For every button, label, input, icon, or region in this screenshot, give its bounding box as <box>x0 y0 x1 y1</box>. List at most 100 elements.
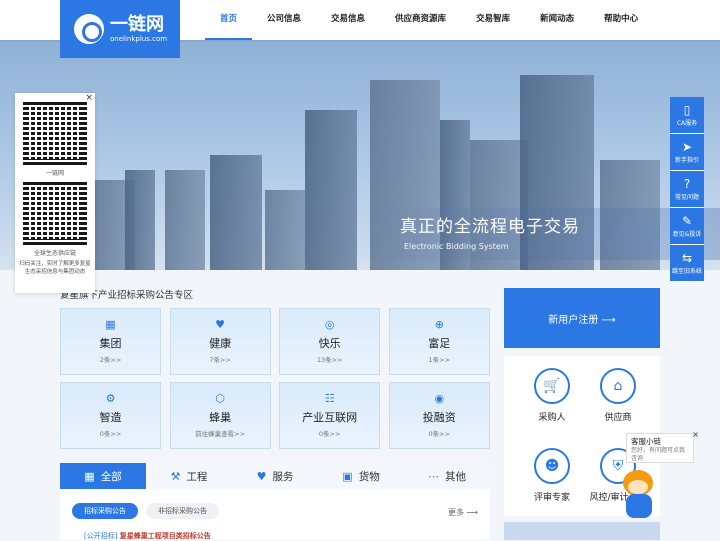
chat-bubble[interactable]: 客服小链 您好，有问题可点我咨询 × <box>626 430 699 463</box>
sidebar-item[interactable]: ⇆ 跳至旧系统 <box>670 245 704 282</box>
role-entry[interactable]: ⌂ 供应商 <box>588 368 648 423</box>
service-mascot-icon[interactable] <box>617 470 661 520</box>
tab-label: 全部 <box>100 470 122 483</box>
category-card[interactable]: ♥ 健康 7条>> <box>169 308 271 375</box>
card-count: 2条>> <box>99 356 122 364</box>
category-card[interactable]: ⬡ 蜂巢 前往蜂巢查看>> <box>169 382 271 449</box>
box-icon: ▣ <box>342 469 353 483</box>
role-label: 评审专家 <box>533 493 570 503</box>
tab-bar: ▦ 全部 ⚒ 工程 ♥ 服务 ▣ 货物 ⋯ 其他 <box>60 463 490 489</box>
right-float-sidebar: ▯ CA服务 ➤ 新手指引 ? 常见问题 ✎ 意见&投诉 ⇆ 跳至旧系统 <box>670 97 704 282</box>
building-icon: ▦ <box>105 318 116 331</box>
card-title: 富足 <box>428 337 451 350</box>
send-icon: ➤ <box>681 140 693 154</box>
sidebar-label: 意见&投诉 <box>672 231 702 238</box>
category-card[interactable]: ▦ 集团 2条>> <box>60 308 161 375</box>
switch-icon: ⇆ <box>681 251 693 265</box>
nav-item[interactable]: 首页 <box>205 0 253 40</box>
card-title: 健康 <box>209 337 232 350</box>
cart-icon: 🛒 <box>534 368 570 404</box>
tab-4[interactable]: ⋯ 其他 <box>404 463 490 489</box>
heart-icon: ♥ <box>215 318 226 331</box>
site-logo[interactable]: 一链网 onelinkplus.com <box>60 0 180 58</box>
nav-item[interactable]: 公司信息 <box>252 0 316 40</box>
register-button[interactable]: 新用户注册 ⟶ <box>504 288 660 348</box>
notice-type: [公开招标] <box>84 532 118 540</box>
edit-icon: ✎ <box>681 214 693 228</box>
tab-label: 其他 <box>445 470 466 483</box>
card-title: 产业互联网 <box>302 411 358 424</box>
hero-title: 真正的全流程电子交易 <box>400 217 580 237</box>
category-card[interactable]: ⊕ 富足 1条>> <box>388 308 490 375</box>
sidebar-item[interactable]: ➤ 新手指引 <box>670 134 704 171</box>
nav-item[interactable]: 交易智库 <box>461 0 525 40</box>
card-title: 集团 <box>99 337 122 350</box>
qr-code-panel: × 一链网 全球生态供应链 扫码关注，实时了解更多复星生态采招信息与集团动态 <box>15 93 95 293</box>
more-link[interactable]: 更多 ⟶ <box>448 507 478 518</box>
qr-code-image-2 <box>23 181 87 245</box>
main-nav: 首页 公司信息 交易信息 供应商资源库 交易智库 新闻动态 帮助中心 <box>205 0 653 40</box>
subtab[interactable]: 非招标采购公告 <box>146 503 219 519</box>
logo-domain: onelinkplus.com <box>110 34 168 43</box>
sidebar-item[interactable]: ▯ CA服务 <box>670 97 704 134</box>
tab-label: 工程 <box>186 470 208 483</box>
tab-label: 货物 <box>358 470 380 483</box>
sub-tab-bar: 招标采购公告 非招标采购公告 <box>72 503 219 519</box>
network-icon: ☷ <box>324 392 335 405</box>
hexagon-icon: ⬡ <box>215 392 225 405</box>
more-icon: ⋯ <box>428 469 439 483</box>
tab-0[interactable]: ▦ 全部 <box>60 463 146 489</box>
gear-icon: ⚙ <box>105 392 116 405</box>
role-entry[interactable]: 🛒 采购人 <box>522 368 582 423</box>
tab-2[interactable]: ♥ 服务 <box>232 463 318 489</box>
logo-name: 一链网 <box>110 13 164 35</box>
sidebar-item[interactable]: ? 常见问题 <box>670 171 704 208</box>
sidebar-label: CA服务 <box>676 120 698 127</box>
tab-1[interactable]: ⚒ 工程 <box>146 463 232 489</box>
hero-subtitle: Electronic Bidding System <box>404 242 509 251</box>
expert-icon: ☻ <box>534 448 570 484</box>
role-entry[interactable]: ☻ 评审专家 <box>522 448 582 503</box>
qr-caption: 一链网 <box>45 170 64 177</box>
usb-icon: ▯ <box>683 103 691 117</box>
sidebar-label: 新手指引 <box>674 157 699 164</box>
card-count: 0条>> <box>318 430 341 438</box>
hero-banner: 真正的全流程电子交易 Electronic Bidding System <box>0 40 720 270</box>
nav-item[interactable]: 交易信息 <box>316 0 380 40</box>
plus-circle-icon: ⊕ <box>434 318 444 331</box>
tab-3[interactable]: ▣ 货物 <box>318 463 404 489</box>
close-icon[interactable]: × <box>692 430 699 439</box>
card-title: 投融资 <box>422 411 456 424</box>
sidebar-item[interactable]: ✎ 意见&投诉 <box>670 208 704 245</box>
card-count: 1条>> <box>428 356 451 364</box>
role-label: 采购人 <box>538 413 566 423</box>
card-count: 7条>> <box>209 356 231 364</box>
card-count: 前往蜂巢查看>> <box>195 430 246 438</box>
category-card[interactable]: ⚙ 智造 0条>> <box>60 382 161 449</box>
nav-item[interactable]: 新闻动态 <box>525 0 589 40</box>
notice-title: 复星蜂巢工程项目类招标公告 <box>119 532 211 540</box>
qr-note: 扫码关注，实时了解更多复星生态采招信息与集团动态 <box>19 261 91 275</box>
card-count: 13条>> <box>316 356 343 364</box>
heart-icon: ♥ <box>256 469 267 483</box>
subtab[interactable]: 招标采购公告 <box>72 503 138 519</box>
qr-caption-2: 全球生态供应链 <box>33 250 76 257</box>
coin-icon: ◉ <box>434 392 445 405</box>
category-card[interactable]: ◉ 投融资 0条>> <box>388 382 490 449</box>
globe-icon: ◎ <box>324 318 335 331</box>
qr-code-image <box>23 101 87 165</box>
bottom-banner <box>504 522 660 540</box>
nav-item[interactable]: 供应商资源库 <box>380 0 461 40</box>
role-label: 供应商 <box>604 413 632 423</box>
nav-item[interactable]: 帮助中心 <box>589 0 653 40</box>
card-title: 快乐 <box>318 337 341 350</box>
category-card[interactable]: ◎ 快乐 13条>> <box>279 308 381 375</box>
sidebar-label: 常见问题 <box>674 194 699 201</box>
notice-tabs-panel: ▦ 全部 ⚒ 工程 ♥ 服务 ▣ 货物 ⋯ 其他 招标采购公告 非招标采购公告 更多 ⟶ [公开招标… <box>60 463 490 540</box>
logo-icon <box>74 14 104 44</box>
crane-icon: ⚒ <box>170 469 181 483</box>
chat-text: 您好，有问题可点我咨询 <box>631 447 686 462</box>
chat-title: 客服小链 <box>631 437 661 446</box>
category-card[interactable]: ☷ 产业互联网 0条>> <box>279 382 381 449</box>
tab-label: 服务 <box>272 470 294 483</box>
